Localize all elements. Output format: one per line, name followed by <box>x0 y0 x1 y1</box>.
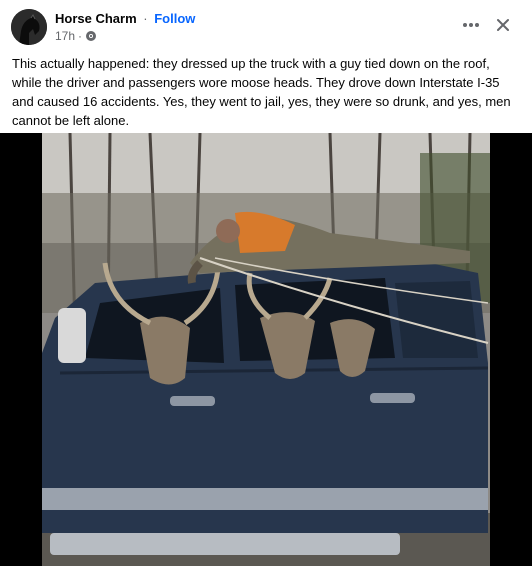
truck-video-frame <box>0 133 532 566</box>
more-options-icon <box>463 23 479 27</box>
horse-avatar-image <box>11 9 47 45</box>
post-caption: This actually happened: they dressed up … <box>12 56 511 128</box>
close-button[interactable] <box>490 12 516 38</box>
meta-separator: · <box>78 29 83 43</box>
name-separator: · <box>143 11 148 26</box>
page-name[interactable]: Horse Charm <box>55 11 137 26</box>
more-options-button[interactable] <box>458 12 484 38</box>
name-row: Horse Charm · Follow <box>55 11 195 26</box>
close-icon <box>497 19 509 31</box>
page-avatar[interactable] <box>11 9 47 45</box>
post-header: Horse Charm · Follow 17h · <box>0 0 532 50</box>
post-video[interactable] <box>0 133 532 566</box>
public-globe-icon[interactable] <box>85 30 97 42</box>
facebook-post: Horse Charm · Follow 17h · This actually… <box>0 0 532 566</box>
follow-button[interactable]: Follow <box>154 11 195 26</box>
post-timestamp[interactable]: 17h <box>55 29 75 43</box>
pickup-truck <box>42 261 489 555</box>
post-meta: 17h · <box>55 29 97 43</box>
